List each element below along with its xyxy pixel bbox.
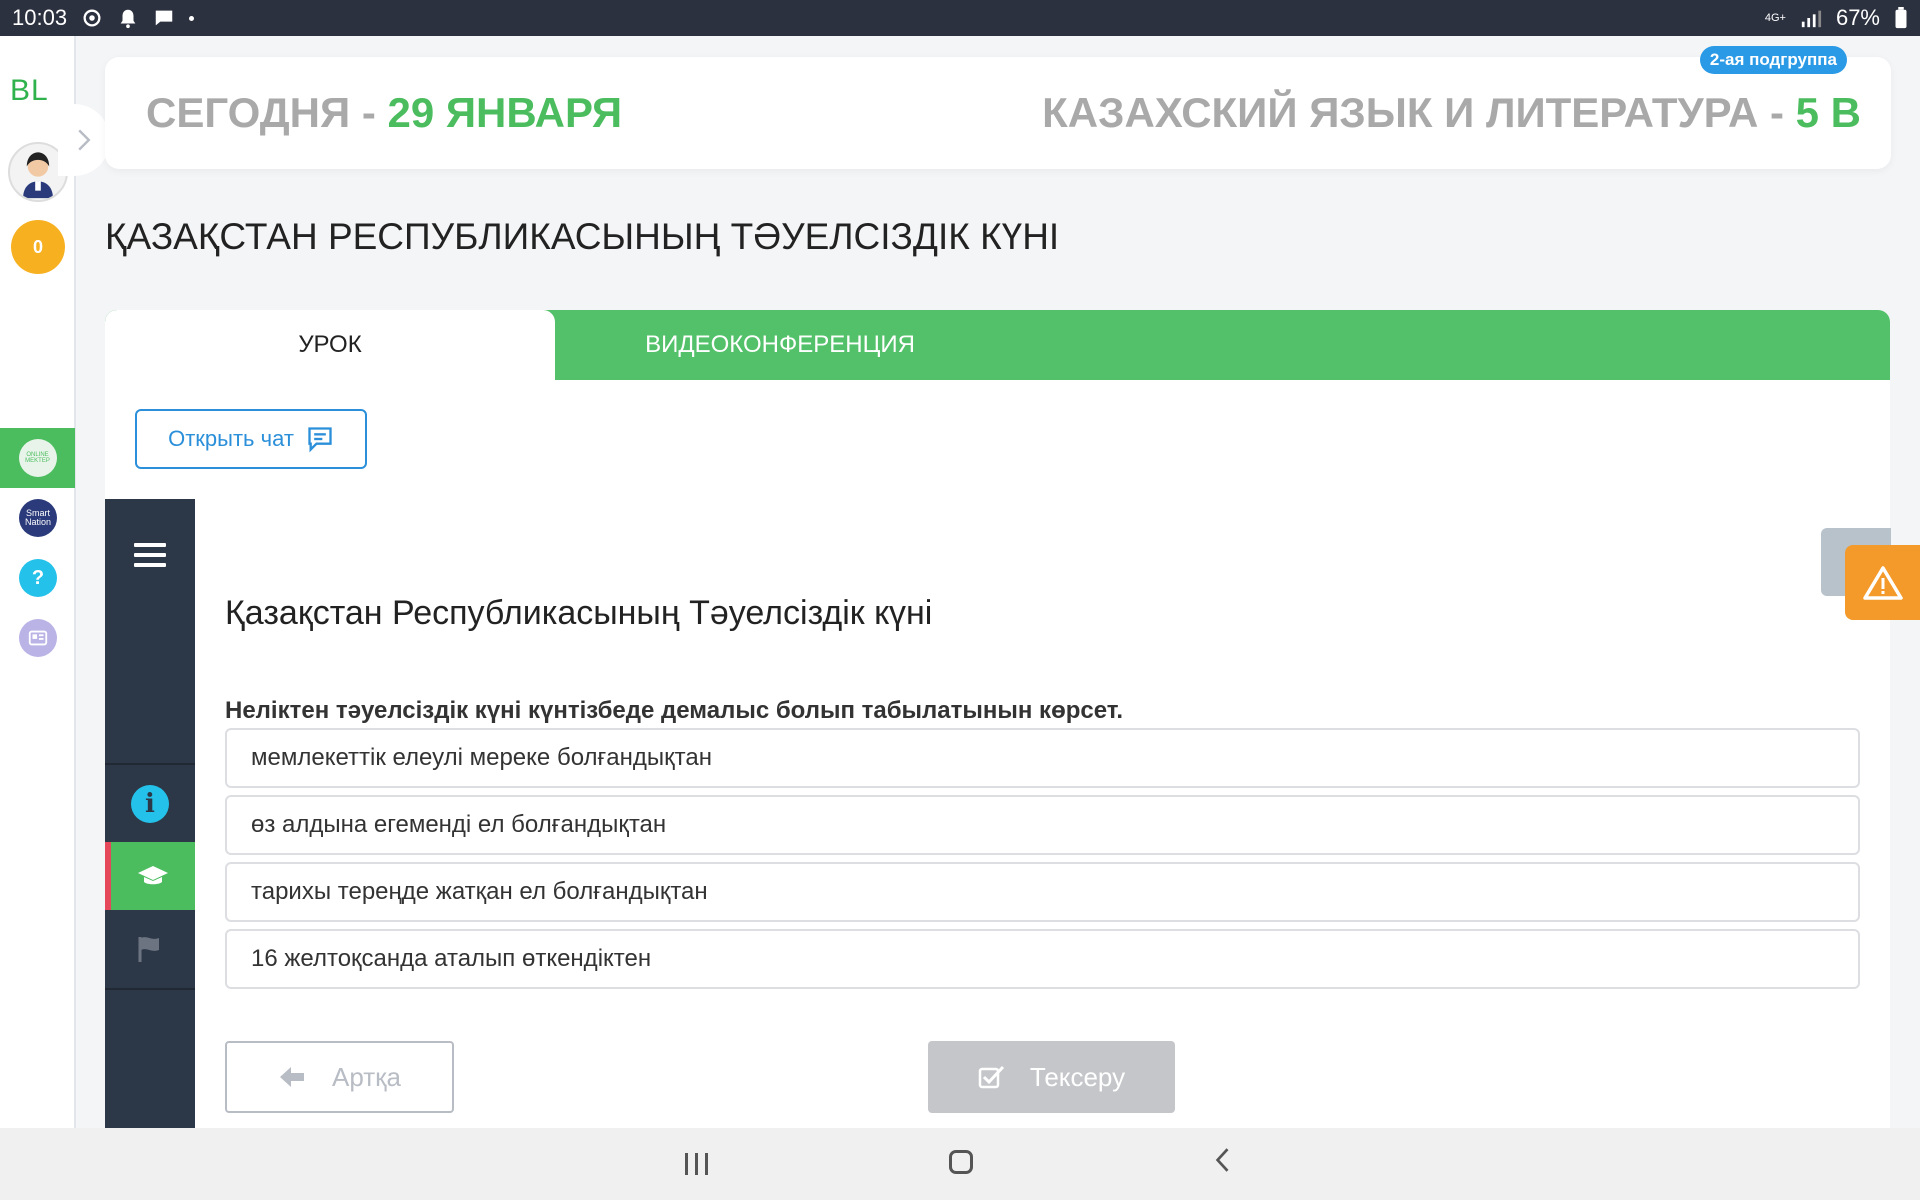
- smart-nation-icon[interactable]: Smart Nation: [19, 499, 57, 537]
- back-label: Артқа: [332, 1061, 401, 1092]
- info-icon: i: [131, 784, 169, 823]
- network-type: 4G+: [1764, 12, 1786, 24]
- today-prefix: СЕГОДНЯ -: [146, 89, 388, 136]
- answer-option-1[interactable]: мемлекеттік елеулі мереке болғандықтан: [225, 728, 1860, 788]
- class-name: 5 В: [1795, 89, 1861, 136]
- arrow-left-icon: [280, 1067, 304, 1087]
- today-date: 29 ЯНВАРЯ: [387, 89, 623, 136]
- open-chat-button[interactable]: Открыть чат: [135, 409, 367, 469]
- online-mektep-item[interactable]: ONLINE MEKTEP: [0, 428, 75, 488]
- check-label: Тексеру: [1029, 1061, 1126, 1092]
- lesson-title: ҚАЗАҚСТАН РЕСПУБЛИКАСЫНЫҢ ТӘУЕЛСІЗДІК КҮ…: [105, 216, 1060, 257]
- back-nav-icon[interactable]: [1214, 1146, 1232, 1174]
- today-label: СЕГОДНЯ - 29 ЯНВАРЯ: [146, 89, 622, 137]
- sidebar-divider: [105, 988, 195, 990]
- sync-icon: [83, 9, 101, 27]
- news-icon[interactable]: [19, 619, 57, 657]
- back-button[interactable]: Артқа: [225, 1041, 454, 1113]
- home-icon[interactable]: [949, 1150, 973, 1174]
- status-right: 4G+ 67%: [1765, 5, 1908, 31]
- status-left: 10:03: [12, 5, 195, 31]
- checkbox-check-icon: [978, 1065, 1005, 1089]
- flag-icon: [138, 937, 159, 962]
- answer-option-3[interactable]: тарихы тереңде жатқан ел болғандықтан: [225, 862, 1860, 922]
- rail-expand-toggle[interactable]: [58, 104, 110, 176]
- bilimland-logo[interactable]: BL: [10, 74, 49, 108]
- lesson-tabs: УРОК ВИДЕОКОНФЕРЕНЦИЯ: [105, 310, 1890, 380]
- online-mektep-icon: ONLINE MEKTEP: [18, 439, 57, 477]
- module-heading: Қазақстан Республикасының Тәуелсіздік кү…: [225, 594, 933, 632]
- bell-icon: [120, 9, 136, 29]
- left-rail: BL 0 ONLINE MEKTEP Smart Nation ?: [0, 36, 76, 1128]
- status-time: 10:03: [12, 5, 68, 30]
- subgroup-badge: 2-ая подгруппа: [1699, 46, 1847, 74]
- chevron-right-icon: [78, 129, 91, 151]
- answer-option-4[interactable]: 16 желтоқсанда аталып өткендіктен: [225, 929, 1860, 989]
- module-sidebar: i: [105, 499, 195, 1128]
- message-icon: [155, 10, 173, 26]
- header-card: СЕГОДНЯ - 29 ЯНВАРЯ КАЗАХСКИЙ ЯЗЫК И ЛИТ…: [105, 46, 1891, 169]
- sidebar-item-info[interactable]: i: [105, 765, 195, 842]
- recent-apps-icon[interactable]: [683, 1153, 711, 1175]
- open-chat-label: Открыть чат: [168, 426, 294, 451]
- subject-name: КАЗАХСКИЙ ЯЗЫК И ЛИТЕРАТУРА -: [1042, 89, 1796, 136]
- tab-lesson[interactable]: УРОК: [105, 310, 555, 380]
- sidebar-item-learn[interactable]: [105, 842, 195, 910]
- chat-icon: [308, 427, 332, 453]
- subject-label: КАЗАХСКИЙ ЯЗЫК И ЛИТЕРАТУРА - 5 В: [1042, 89, 1861, 137]
- android-navigation-bar: [0, 1128, 1920, 1200]
- answer-option-2[interactable]: өз алдына егеменді ел болғандықтан: [225, 795, 1860, 855]
- more-notifications-dot: [189, 15, 195, 21]
- graduation-cap-icon: [138, 866, 168, 885]
- battery-percent: 67%: [1835, 5, 1880, 30]
- battery-icon: [1895, 7, 1907, 29]
- help-icon[interactable]: ?: [19, 559, 57, 597]
- signal-icon: [1801, 10, 1822, 28]
- status-bar: 10:03 4G+ 67%: [0, 0, 1920, 36]
- coins-badge[interactable]: 0: [11, 220, 65, 274]
- hamburger-menu-icon[interactable]: [134, 543, 166, 569]
- newspaper-icon: [28, 630, 48, 646]
- sidebar-item-finish[interactable]: [105, 910, 195, 988]
- check-button[interactable]: Тексеру: [928, 1041, 1175, 1113]
- question-text: Неліктен тәуелсіздік күні күнтізбеде дем…: [225, 697, 1124, 724]
- tab-videoconference[interactable]: ВИДЕОКОНФЕРЕНЦИЯ: [555, 310, 1005, 380]
- warning-icon: [1862, 565, 1903, 600]
- report-issue-button[interactable]: [1845, 545, 1920, 620]
